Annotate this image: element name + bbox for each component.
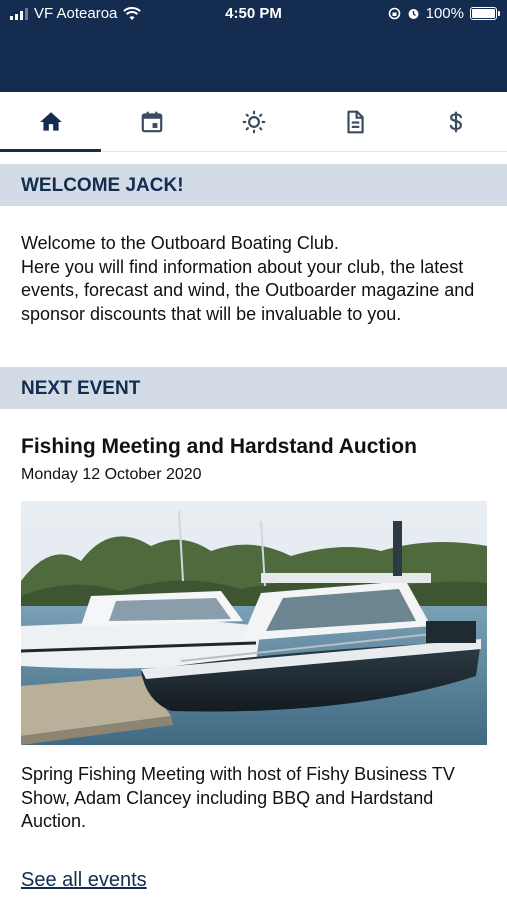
weather-icon	[242, 110, 265, 133]
boats-photo	[21, 501, 487, 745]
welcome-header: WELCOME JACK!	[0, 164, 507, 206]
welcome-line-1: Welcome to the Outboard Boating Club.	[21, 233, 339, 253]
welcome-text: Welcome to the Outboard Boating Club. He…	[21, 232, 491, 326]
document-icon	[347, 110, 364, 133]
event-image[interactable]	[21, 501, 487, 745]
see-all-events-link[interactable]: See all events	[21, 869, 147, 892]
tab-bar	[0, 92, 507, 152]
tab-discounts[interactable]	[406, 92, 507, 151]
alarm-icon	[408, 9, 419, 19]
tab-magazine[interactable]	[304, 92, 405, 151]
status-bar: VF Aotearoa 4:50 PM 100%	[0, 0, 507, 92]
welcome-line-2: Here you will find information about you…	[21, 256, 475, 324]
home-icon	[39, 111, 62, 131]
battery-icon	[470, 7, 500, 20]
calendar-icon	[141, 111, 163, 132]
next-event-header: NEXT EVENT	[0, 367, 507, 409]
status-right: 100%	[388, 5, 500, 22]
battery-percent: 100%	[425, 5, 464, 22]
tab-events[interactable]	[101, 92, 202, 151]
dollar-icon	[450, 111, 463, 132]
event-title: Fishing Meeting and Hardstand Auction	[21, 435, 417, 458]
tab-home[interactable]	[0, 92, 102, 152]
rotation-lock-icon	[388, 7, 400, 20]
tab-weather[interactable]	[203, 92, 304, 151]
event-date: Monday 12 October 2020	[21, 466, 202, 483]
event-description: Spring Fishing Meeting with host of Fish…	[21, 764, 455, 831]
